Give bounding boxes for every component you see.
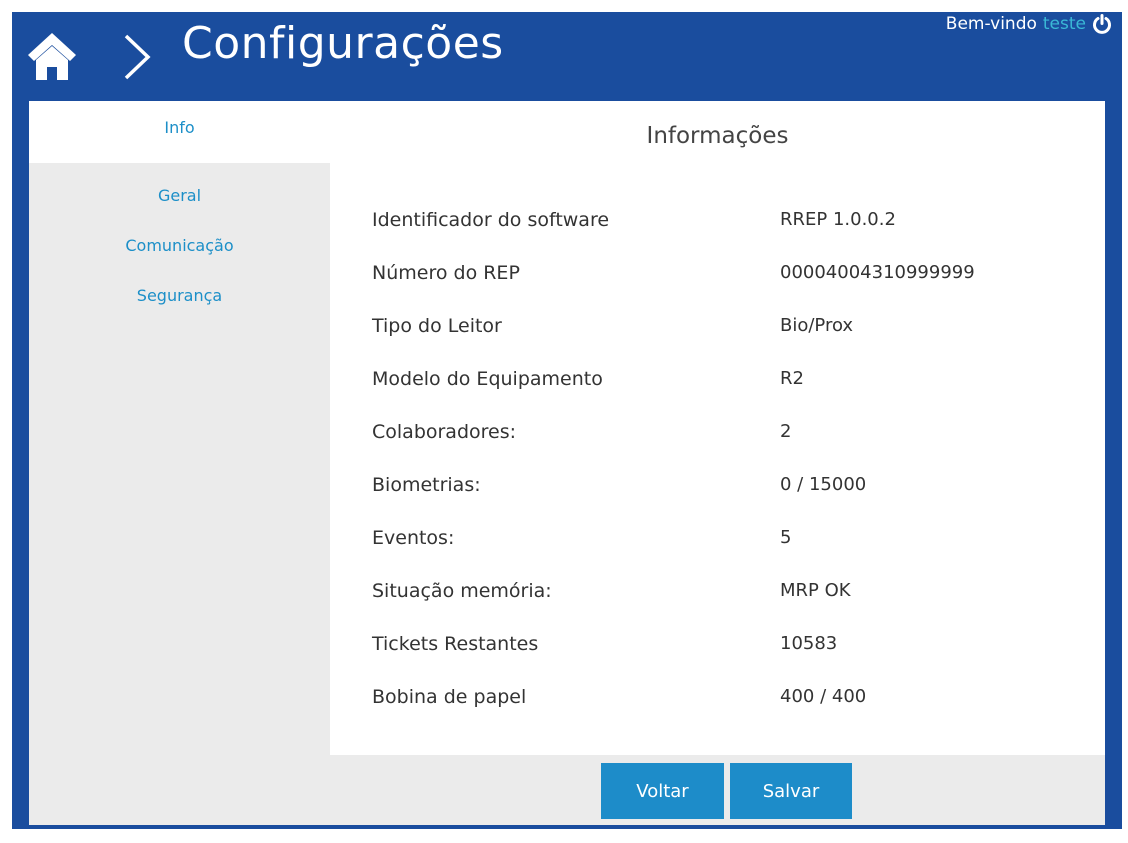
app-frame: Configurações Bem-vindo teste Info Geral… [12, 12, 1122, 829]
info-value: 5 [780, 527, 792, 548]
page-title: Configurações [182, 18, 504, 69]
info-value: R2 [780, 368, 804, 389]
info-row: Identificador do software RREP 1.0.0.2 [372, 209, 1072, 239]
chevron-right-icon [124, 34, 151, 80]
info-label: Colaboradores: [372, 421, 517, 443]
info-row: Bobina de papel 400 / 400 [372, 686, 1072, 716]
info-row: Eventos: 5 [372, 527, 1072, 557]
info-label: Tipo do Leitor [372, 315, 502, 337]
info-value: 00004004310999999 [780, 262, 975, 283]
info-row: Colaboradores: 2 [372, 421, 1072, 451]
info-label: Tickets Restantes [372, 633, 539, 655]
info-row: Modelo do Equipamento R2 [372, 368, 1072, 398]
sidebar-item-info[interactable]: Info [29, 101, 330, 163]
info-value: 0 / 15000 [780, 474, 867, 495]
button-bar: Voltar Salvar [330, 755, 1105, 825]
welcome-label: Bem-vindo [945, 14, 1037, 34]
info-panel: Informações Identificador do software RR… [330, 101, 1105, 755]
header: Configurações Bem-vindo teste [12, 12, 1122, 101]
info-label: Número do REP [372, 262, 520, 284]
info-label: Identificador do software [372, 209, 610, 231]
info-value: 400 / 400 [780, 686, 867, 707]
sidebar-item-comunicacao[interactable]: Comunicação [29, 221, 330, 279]
save-button[interactable]: Salvar [730, 763, 852, 819]
info-label: Modelo do Equipamento [372, 368, 603, 390]
info-value: 2 [780, 421, 792, 442]
sidebar: Info Geral Comunicação Segurança [29, 101, 330, 825]
info-label: Situação memória: [372, 580, 552, 602]
info-label: Biometrias: [372, 474, 481, 496]
username: teste [1042, 14, 1086, 34]
info-value: 10583 [780, 633, 838, 654]
panel-title: Informações [646, 123, 789, 149]
info-row: Tickets Restantes 10583 [372, 633, 1072, 663]
sidebar-item-seguranca[interactable]: Segurança [29, 279, 330, 337]
welcome-message: Bem-vindo teste [946, 14, 1112, 34]
info-label: Bobina de papel [372, 686, 527, 708]
info-value: RREP 1.0.0.2 [780, 209, 896, 230]
sidebar-item-geral[interactable]: Geral [29, 163, 330, 221]
info-label: Eventos: [372, 527, 455, 549]
home-icon[interactable] [26, 30, 78, 82]
info-row: Tipo do Leitor Bio/Prox [372, 315, 1072, 345]
info-value: Bio/Prox [780, 315, 854, 336]
info-value: MRP OK [780, 580, 851, 601]
info-row: Biometrias: 0 / 15000 [372, 474, 1072, 504]
back-button[interactable]: Voltar [601, 763, 724, 819]
content-area: Info Geral Comunicação Segurança Informa… [29, 101, 1105, 825]
power-icon[interactable] [1092, 14, 1112, 34]
info-row: Situação memória: MRP OK [372, 580, 1072, 610]
info-row: Número do REP 00004004310999999 [372, 262, 1072, 292]
